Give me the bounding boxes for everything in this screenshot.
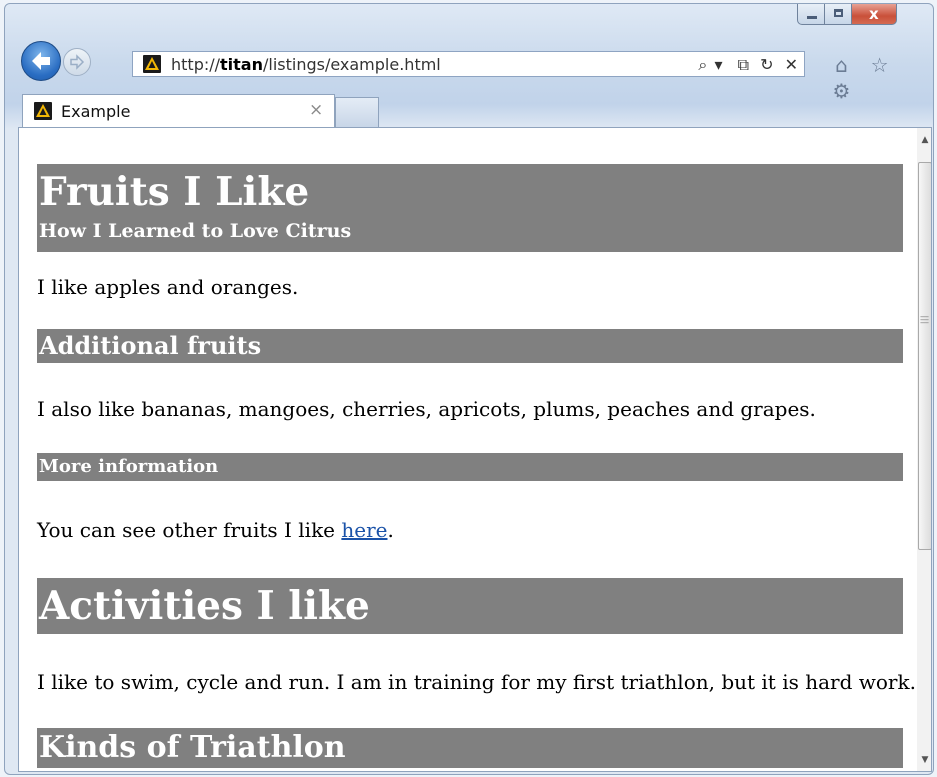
tab-favicon-icon [34,102,52,120]
close-window-button[interactable]: x [851,4,897,25]
compatibility-view-icon[interactable]: ⧉ [738,54,749,76]
url-path: /listings/example.html [262,55,441,74]
refresh-icon[interactable]: ↻ [760,54,773,76]
search-icon[interactable]: ⌕ [698,54,707,76]
close-icon: x [869,5,879,23]
fruits-subheading: How I Learned to Love Citrus [39,220,352,242]
home-icon[interactable]: ⌂ [825,52,858,78]
tab-close-icon[interactable]: × [309,100,323,120]
stop-icon[interactable]: ✕ [785,54,798,76]
scroll-down-arrow-icon[interactable]: ▼ [917,752,931,768]
address-bar[interactable]: http://titan/listings/example.html ⌕ ▾ ⧉… [132,51,805,77]
maximize-button[interactable] [824,4,852,25]
tools-gear-icon[interactable]: ⚙ [825,78,858,104]
para-more-fruits: I also like bananas, mangoes, cherries, … [37,397,816,421]
more-information-heading: More information [37,453,903,481]
para3-period: . [387,518,394,542]
url-text[interactable]: http://titan/listings/example.html [171,54,441,76]
para3-text: You can see other fruits I like [37,518,342,542]
new-tab-button[interactable] [335,97,379,128]
favorites-star-icon[interactable]: ☆ [863,52,896,78]
url-host: titan [220,55,263,74]
dropdown-arrow-icon[interactable]: ▾ [714,54,722,76]
scroll-up-arrow-icon[interactable]: ▲ [917,132,931,148]
back-button[interactable] [21,41,61,81]
page-viewport: Fruits I Like How I Learned to Love Citr… [18,127,932,772]
forward-arrow-icon [70,54,85,70]
minimize-icon [807,16,817,19]
scrollbar-thumb[interactable] [918,162,931,550]
address-tools: ⌕ ▾ ⧉ ↻ ✕ [692,54,798,76]
fruits-heading: Fruits I Like [39,169,310,215]
minimize-button[interactable] [797,4,825,25]
scrollbar-grip-icon: — — — [920,312,929,328]
back-arrow-icon [32,52,50,70]
url-scheme: http:// [171,55,221,74]
here-link[interactable]: here [341,518,387,542]
para-triathlon: I like to swim, cycle and run. I am in t… [37,670,916,694]
para-other-fruits: You can see other fruits I like here. [37,517,394,543]
forward-button[interactable] [63,48,91,76]
browser-window: x http://titan/listings/example.html ⌕ ▾… [4,3,934,775]
site-favicon-icon [143,55,161,73]
browser-toolbar: ⌂ ☆ ⚙ [825,52,933,103]
tab-example[interactable]: Example × [22,94,335,128]
fruits-heading-block: Fruits I Like How I Learned to Love Citr… [37,164,903,252]
activities-heading: Activities I like [37,578,903,634]
additional-fruits-heading: Additional fruits [37,329,903,363]
para-apples: I like apples and oranges. [37,275,299,299]
kinds-of-triathlon-heading: Kinds of Triathlon [37,728,903,768]
tab-title: Example [61,102,131,121]
maximize-icon [834,9,843,17]
vertical-scrollbar[interactable]: ▲ — — — ▼ [917,128,931,771]
